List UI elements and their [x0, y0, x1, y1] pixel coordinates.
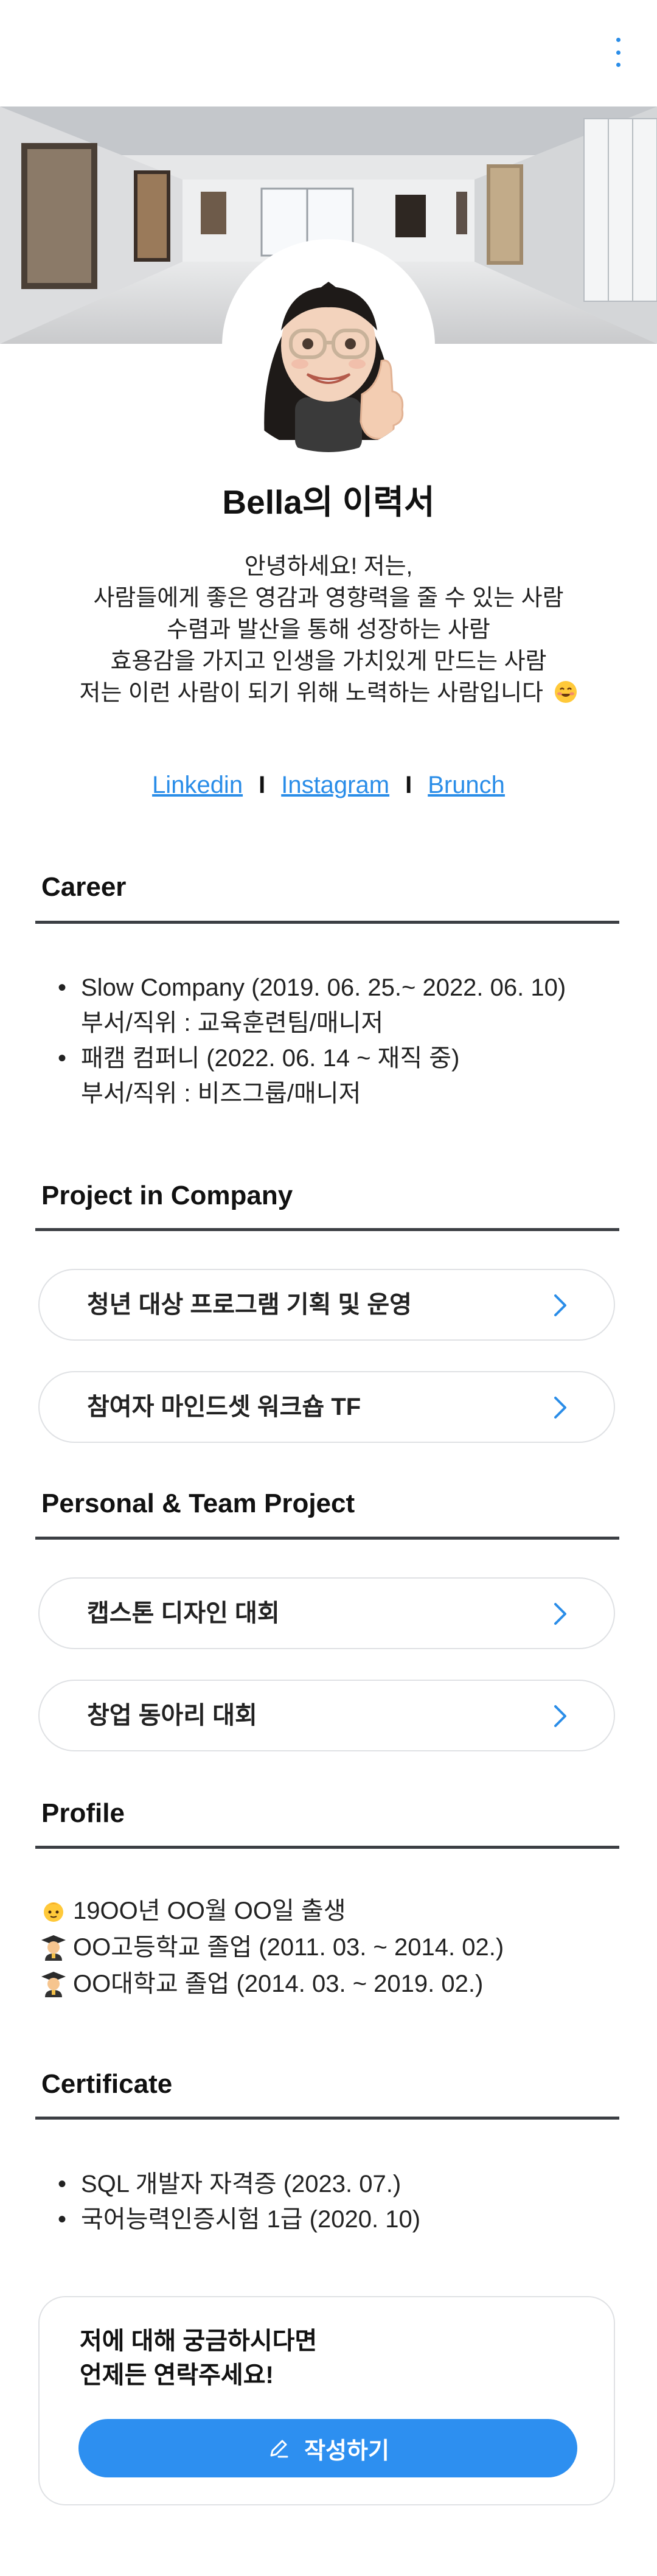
career-list: Slow Company (2019. 06. 25.~ 2022. 06. 1… — [58, 970, 566, 1111]
profile-text: 19OO년 OO월 OO일 출생 — [73, 1897, 346, 1924]
divider — [35, 1537, 619, 1540]
chevron-right-icon — [554, 1294, 566, 1316]
profile-text: OO고등학교 졸업 (2011. 03. ~ 2014. 02.) — [73, 1934, 504, 1961]
divider — [35, 1846, 619, 1849]
kebab-menu-icon[interactable] — [611, 38, 625, 67]
intro-line: 저는 이런 사람이 되기 위해 노력하는 사람입니다 — [79, 680, 543, 706]
list-item: 국어능력인증시험 1급 (2020. 10) — [58, 2202, 420, 2237]
intro-line-last: 저는 이런 사람이 되기 위해 노력하는 사람입니다 — [0, 677, 657, 709]
career-company: 패캠 컴퍼니 (2022. 06. 14 ~ 재직 중) — [81, 1045, 460, 1072]
intro-line: 사람들에게 좋은 영감과 영향력을 줄 수 있는 사람 — [93, 585, 564, 611]
intro-line: 안녕하세요! 저는, — [244, 554, 413, 579]
chevron-right-icon — [554, 1603, 566, 1625]
write-button[interactable]: 작성하기 — [78, 2419, 577, 2477]
link-separator: I — [405, 772, 412, 798]
divider — [35, 2117, 619, 2120]
project-personal-title: Personal & Team Project — [41, 1489, 355, 1518]
list-item: Slow Company (2019. 06. 25.~ 2022. 06. 1… — [58, 970, 566, 1041]
project-item[interactable]: 캡스톤 디자인 대회 — [38, 1577, 615, 1649]
profile-text: OO대학교 졸업 (2014. 03. ~ 2019. 02.) — [73, 1970, 484, 1997]
chevron-right-icon — [554, 1705, 566, 1727]
pencil-icon — [270, 2440, 288, 2458]
memoji-avatar — [264, 282, 404, 452]
certificate-list: SQL 개발자 자격증 (2023. 07.) 국어능력인증시험 1급 (202… — [58, 2166, 420, 2237]
contact-line: 저에 대해 궁금하시다면 — [80, 2328, 318, 2354]
list-item: 19OO년 OO월 OO일 출생 — [39, 1893, 504, 1929]
smiling-face-emoji — [554, 681, 577, 703]
contact-card: 저에 대해 궁금하시다면 언제든 연락주세요! 작성하기 — [38, 2296, 615, 2505]
graduate-emoji — [41, 1972, 66, 1997]
avatar — [222, 239, 435, 452]
project-item[interactable]: 청년 대상 프로그램 기획 및 운영 — [38, 1269, 615, 1341]
contact-message: 저에 대해 궁금하시다면 언제든 연락주세요! — [80, 2324, 317, 2392]
intro-line: 수렴과 발산을 통해 성장하는 사람 — [167, 617, 490, 643]
divider — [35, 1228, 619, 1231]
top-bar — [0, 0, 657, 106]
list-item: OO고등학교 졸업 (2011. 03. ~ 2014. 02.) — [39, 1929, 504, 1966]
career-position: 부서/직위 : 교육훈련팀/매니저 — [81, 1010, 384, 1036]
project-item[interactable]: 창업 동아리 대회 — [38, 1680, 615, 1751]
intro-line: 효용감을 가지고 인생을 가치있게 만드는 사람 — [110, 649, 547, 674]
career-position: 부서/직위 : 비즈그룹/매니저 — [81, 1080, 361, 1107]
profile-list: 19OO년 OO월 OO일 출생 OO고등학교 졸업 (2011. 03. ~ … — [39, 1893, 504, 2002]
social-links: Linkedin I Instagram I Brunch — [0, 772, 657, 799]
brunch-link[interactable]: Brunch — [428, 772, 505, 798]
linkedin-link[interactable]: Linkedin — [152, 772, 243, 798]
divider — [35, 921, 619, 924]
contact-line: 언제든 연락주세요! — [80, 2362, 274, 2389]
write-button-label: 작성하기 — [304, 2438, 389, 2464]
instagram-link[interactable]: Instagram — [281, 772, 389, 798]
link-separator: I — [259, 772, 266, 798]
list-item: OO대학교 졸업 (2014. 03. ~ 2019. 02.) — [39, 1966, 504, 2002]
list-item: SQL 개발자 자격증 (2023. 07.) — [58, 2166, 420, 2202]
project-label: 창업 동아리 대회 — [87, 1702, 257, 1729]
project-item[interactable]: 참여자 마인드셋 워크숍 TF — [38, 1371, 615, 1443]
project-label: 참여자 마인드셋 워크숍 TF — [87, 1394, 361, 1420]
baby-emoji — [44, 1902, 63, 1922]
certificate-title: Certificate — [41, 2069, 173, 2099]
graduate-emoji — [41, 1935, 66, 1961]
profile-title: Profile — [41, 1798, 125, 1828]
career-title: Career — [41, 872, 127, 902]
project-company-title: Project in Company — [41, 1181, 293, 1210]
career-company: Slow Company (2019. 06. 25.~ 2022. 06. 1… — [81, 974, 566, 1001]
intro-text: 안녕하세요! 저는, 사람들에게 좋은 영감과 영향력을 줄 수 있는 사람 수… — [0, 551, 657, 709]
list-item: 패캠 컴퍼니 (2022. 06. 14 ~ 재직 중) 부서/직위 : 비즈그… — [58, 1041, 566, 1111]
page-title: Bella의 이력서 — [222, 483, 435, 521]
chevron-right-icon — [554, 1397, 566, 1419]
project-label: 캡스톤 디자인 대회 — [87, 1600, 280, 1627]
project-label: 청년 대상 프로그램 기획 및 운영 — [87, 1291, 412, 1318]
